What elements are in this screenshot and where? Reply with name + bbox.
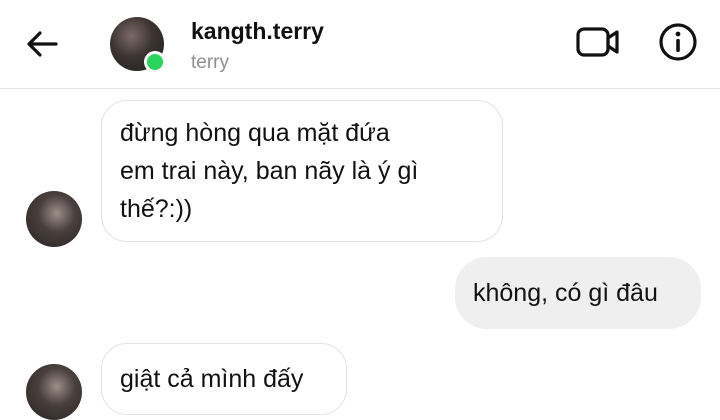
video-call-button[interactable] — [573, 22, 623, 62]
sender-avatar[interactable] — [26, 191, 82, 247]
sender-avatar[interactable] — [26, 364, 82, 420]
info-circle-icon — [659, 23, 697, 61]
message-text-line: thế?:)) — [120, 195, 193, 223]
video-camera-icon — [576, 27, 619, 57]
message-text-line: không, có gì đâu — [473, 279, 658, 307]
message-bubble-incoming[interactable]: giật cả mình đấy — [101, 343, 347, 415]
message-text-line: đừng hòng qua mặt đứa — [120, 119, 390, 147]
message-text-line: giật cả mình đấy — [120, 365, 304, 393]
message-bubble-incoming[interactable]: đừng hòng qua mặt đứa em trai này, ban n… — [101, 100, 503, 242]
message-text-line: em trai này, ban nãy là ý gì — [120, 157, 419, 185]
contact-username[interactable]: kangth.terry — [191, 18, 324, 45]
online-status-dot — [144, 51, 166, 73]
contact-display-name: terry — [191, 52, 229, 73]
info-button[interactable] — [656, 22, 700, 62]
contact-avatar[interactable] — [110, 17, 166, 73]
chat-header: kangth.terry terry — [0, 0, 720, 89]
back-button[interactable] — [22, 26, 62, 62]
message-bubble-outgoing[interactable]: không, có gì đâu — [455, 257, 701, 329]
arrow-left-icon — [27, 31, 58, 57]
